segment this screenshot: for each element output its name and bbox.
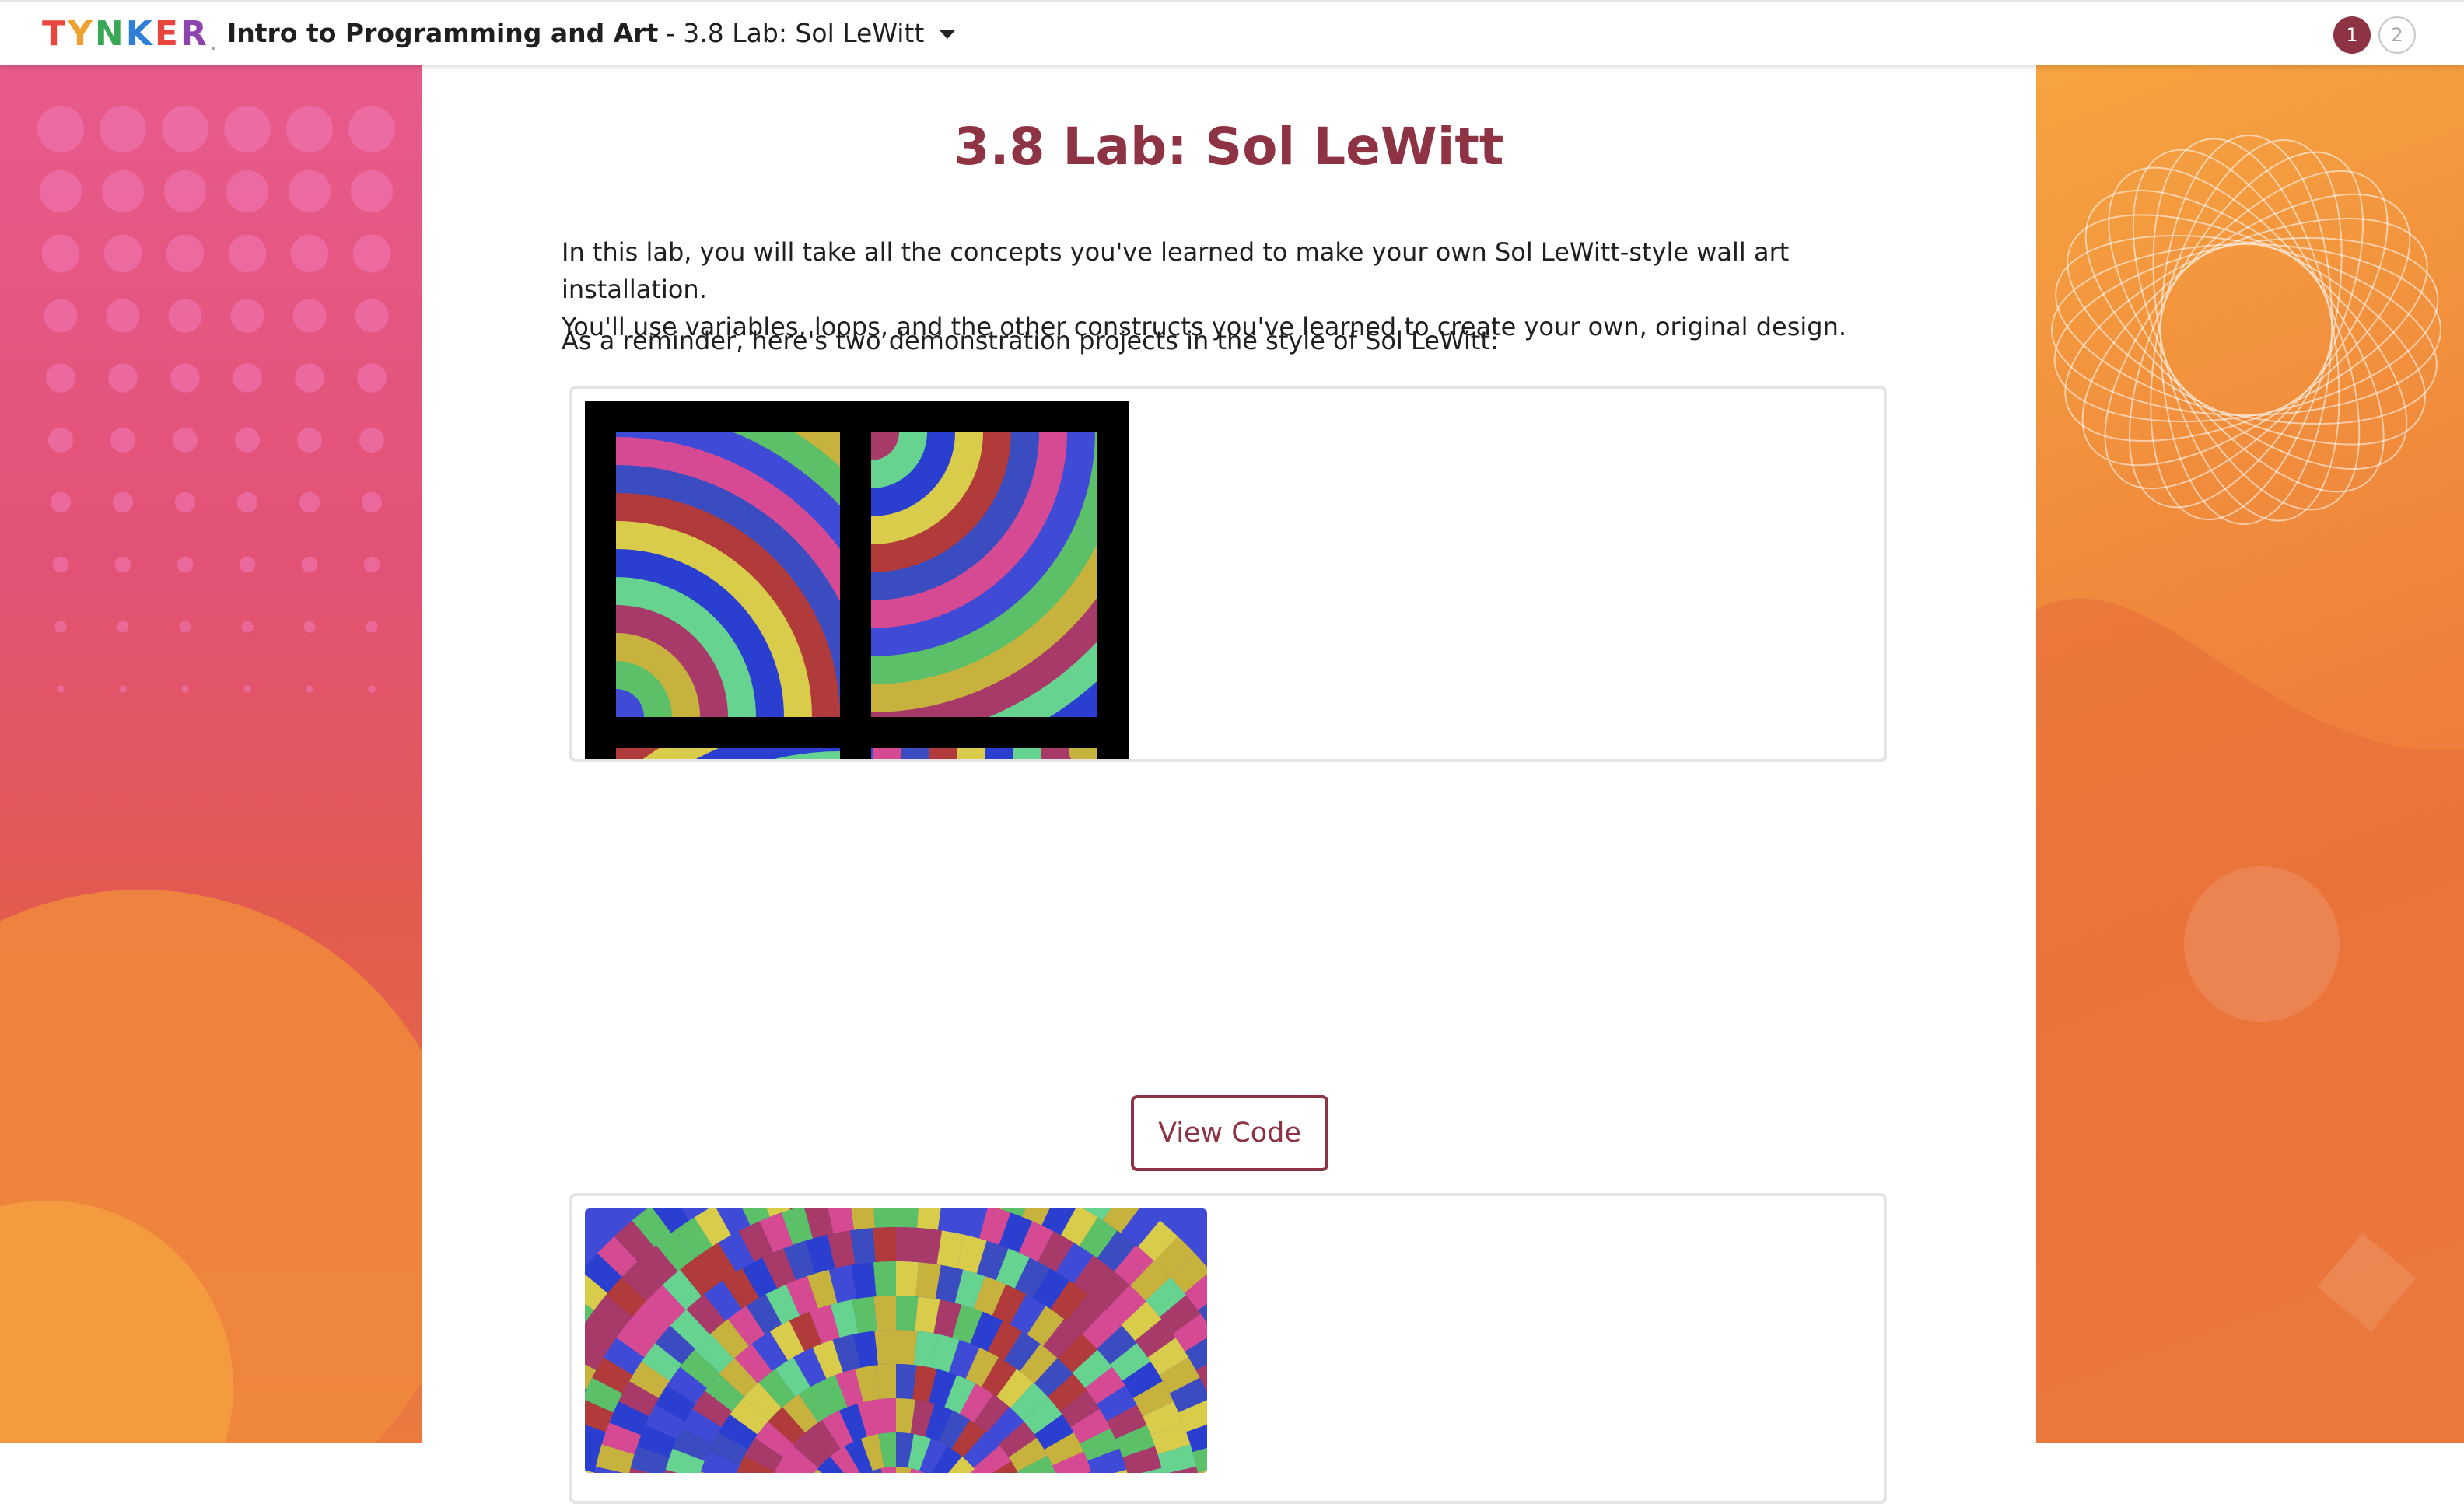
lesson-content: 3.8 Lab: Sol LeWitt In this lab, you wil… [422,65,2036,1504]
tynker-logo[interactable]: TYNKER . [42,13,219,54]
lesson-selector[interactable]: Intro to Programming and Art - 3.8 Lab: … [227,18,956,48]
right-decorative-background [2036,65,2464,1443]
page-title: 3.8 Lab: Sol LeWitt [954,117,1504,177]
spirograph-decoration [2036,135,2464,1443]
intro-line-1: In this lab, you will take all the conce… [562,237,1790,304]
demo-project-1-frame [569,386,1887,762]
breadcrumb-separator: - [666,18,676,48]
page-pager: 1 2 [2333,16,2416,54]
logo-letter: Y [68,14,95,54]
logo-letter: R [180,14,209,54]
logo-letter: K [125,14,155,54]
top-navigation-bar: TYNKER . Intro to Programming and Art - … [0,0,2464,65]
logo-letters: TYNKER [42,14,209,54]
sol-lewitt-quarter-arcs-artwork [585,401,1129,759]
sol-lewitt-radial-blocks-artwork [585,1208,1207,1473]
logo-suffix: . [210,37,219,54]
view-code-button[interactable]: View Code [1131,1095,1328,1171]
reminder-text: As a reminder, here's two demonstration … [562,326,1499,355]
left-decorative-background [0,65,422,1443]
lesson-title: 3.8 Lab: Sol LeWitt [683,18,925,48]
dot-pattern-decoration [0,106,422,1443]
logo-letter: T [42,14,68,54]
chevron-down-icon[interactable] [940,30,956,39]
demo-project-2-frame [569,1193,1887,1504]
page-1-button[interactable]: 1 [2333,16,2371,54]
logo-letter: E [154,14,180,54]
logo-letter: N [94,14,126,54]
course-title: Intro to Programming and Art [227,18,659,48]
page-2-button[interactable]: 2 [2378,16,2416,54]
